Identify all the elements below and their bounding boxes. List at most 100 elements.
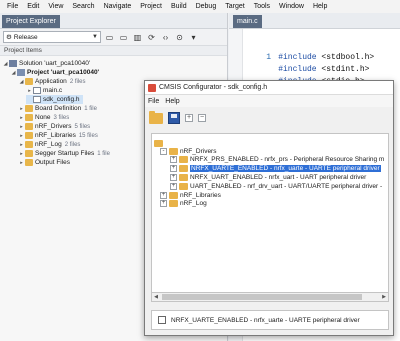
- cmsis-configurator-dialog: CMSIS Configurator - sdk_config.h File H…: [144, 80, 394, 336]
- open-folder-icon[interactable]: [149, 110, 163, 124]
- folder-icon: [25, 105, 33, 112]
- menu-navigate[interactable]: Navigate: [102, 3, 139, 10]
- options-icon[interactable]: ▾: [188, 32, 199, 43]
- expand-icon[interactable]: ▸: [18, 133, 25, 139]
- new-file-icon[interactable]: ▭: [104, 32, 115, 43]
- expand-icon[interactable]: ▸: [18, 151, 25, 157]
- folder-icon: [154, 139, 163, 147]
- horizontal-scrollbar[interactable]: ◀ ▶: [151, 293, 389, 302]
- collapse-icon[interactable]: ◢: [18, 79, 25, 85]
- tree-node-application[interactable]: ◢ Application 2 files: [18, 77, 86, 86]
- build-config-value: Release: [13, 33, 38, 41]
- menu-window[interactable]: Window: [277, 3, 311, 10]
- tree-node-project[interactable]: ◢ Project 'uart_pca10040': [10, 68, 99, 77]
- selected-item-label: NRFX_UARTE_ENABLED - nrfx_uarte - UARTE …: [171, 316, 360, 324]
- expand-icon[interactable]: ▸: [18, 106, 25, 112]
- menu-build[interactable]: Build: [169, 3, 194, 10]
- expand-icon[interactable]: ▸: [18, 160, 25, 166]
- folder-icon: [179, 155, 188, 163]
- filter-icon[interactable]: ⊙: [174, 32, 185, 43]
- folder-icon: [25, 141, 33, 148]
- tree-node-segger-startup[interactable]: ▸ Segger Startup Files 1 file: [18, 149, 110, 158]
- chevron-down-icon: ▼: [92, 34, 98, 40]
- dialog-menu-file[interactable]: File: [148, 98, 159, 105]
- folder-icon: [169, 191, 178, 199]
- scroll-right-icon[interactable]: ▶: [380, 293, 388, 301]
- menu-file[interactable]: File: [5, 3, 25, 10]
- folder-icon: [25, 123, 33, 130]
- properties-icon[interactable]: ▥: [132, 32, 143, 43]
- ide-menubar: File Edit View Search Navigate Project B…: [0, 0, 400, 13]
- build-config-select[interactable]: ⚙ Release ▼: [3, 31, 101, 43]
- tree-node-main-c[interactable]: ▸ main.c: [26, 86, 62, 95]
- tree-node-sdk-config[interactable]: sdk_config.h: [26, 95, 83, 104]
- menu-help[interactable]: Help: [311, 3, 334, 10]
- folder-icon: [25, 132, 33, 139]
- config-node-nrfx-uart[interactable]: + NRFX_UART_ENABLED - nrfx_uart - UART p…: [170, 173, 366, 181]
- config-node-nrf-drivers[interactable]: - nRF_Drivers: [160, 147, 216, 155]
- expand-icon[interactable]: +: [170, 164, 177, 172]
- expand-icon[interactable]: +: [160, 191, 167, 199]
- collapse-icon[interactable]: -: [160, 147, 167, 155]
- editor-tab-main-c[interactable]: main.c: [233, 15, 262, 28]
- config-root-node[interactable]: [154, 139, 165, 147]
- scroll-left-icon[interactable]: ◀: [152, 293, 160, 301]
- config-node-nrf-libraries[interactable]: + nRF_Libraries: [160, 191, 221, 199]
- collapse-all-icon[interactable]: −: [198, 114, 206, 122]
- selected-item-panel: NRFX_UARTE_ENABLED - nrfx_uarte - UARTE …: [151, 310, 389, 330]
- expand-icon[interactable]: +: [170, 182, 177, 190]
- project-icon: [17, 69, 25, 76]
- collapse-icon[interactable]: ◢: [2, 61, 9, 67]
- tree-node-output-files[interactable]: ▸ Output Files: [18, 158, 70, 167]
- dialog-menu-help[interactable]: Help: [165, 98, 179, 105]
- menu-search[interactable]: Search: [70, 3, 101, 10]
- project-explorer-tab[interactable]: Project Explorer: [2, 15, 60, 28]
- config-node-nrf-log[interactable]: + nRF_Log: [160, 199, 207, 207]
- tree-node-nrf-libraries[interactable]: ▸ nRF_Libraries 15 files: [18, 131, 98, 140]
- config-node-nrfx-prs[interactable]: + NRFX_PRS_ENABLED - nrfx_prs - Peripher…: [170, 155, 384, 163]
- expand-icon[interactable]: ▸: [18, 124, 25, 130]
- tree-node-none[interactable]: ▸ None 3 files: [18, 113, 69, 122]
- folder-icon: [179, 173, 188, 181]
- config-node-uart[interactable]: + UART_ENABLED - nrf_drv_uart - UART/UAR…: [170, 182, 382, 190]
- config-node-nrfx-uarte[interactable]: + NRFX_UARTE_ENABLED - nrfx_uarte - UART…: [170, 163, 382, 173]
- menu-edit[interactable]: Edit: [25, 3, 46, 10]
- config-tree: - nRF_Drivers + NRFX_PRS_ENABLED - nrfx_…: [151, 133, 389, 293]
- menu-target[interactable]: Target: [223, 3, 251, 10]
- dialog-menubar: File Help: [145, 95, 393, 107]
- expand-icon[interactable]: ▸: [26, 88, 33, 94]
- new-folder-icon[interactable]: ▭: [118, 32, 129, 43]
- tree-node-board-definition[interactable]: ▸ Board Definition 1 file: [18, 104, 97, 113]
- menu-project[interactable]: Project: [138, 3, 169, 10]
- tree-node-nrf-drivers[interactable]: ▸ nRF_Drivers 5 files: [18, 122, 90, 131]
- expand-icon[interactable]: ▸: [18, 142, 25, 148]
- folder-icon: [179, 182, 188, 190]
- enable-checkbox[interactable]: [158, 316, 166, 324]
- expand-icon[interactable]: +: [170, 155, 177, 163]
- tree-node-solution[interactable]: ◢ Solution 'uart_pca10040': [2, 59, 90, 68]
- save-icon[interactable]: [168, 112, 180, 124]
- dialog-titlebar[interactable]: CMSIS Configurator - sdk_config.h: [145, 81, 393, 95]
- expand-icon[interactable]: ▸: [18, 115, 25, 121]
- project-explorer-toolbar: ⚙ Release ▼ ▭ ▭ ▥ ⟳ ‹› ⊙ ▾: [0, 29, 227, 46]
- expand-icon[interactable]: +: [160, 199, 167, 207]
- expand-icon[interactable]: +: [170, 173, 177, 181]
- solution-icon: [9, 60, 17, 67]
- refresh-icon[interactable]: ⟳: [146, 32, 157, 43]
- tree-node-nrf-log[interactable]: ▸ nRF_Log 2 files: [18, 140, 80, 149]
- code-icon[interactable]: ‹›: [160, 32, 171, 43]
- editor-tabbar: main.c: [229, 13, 400, 29]
- collapse-icon[interactable]: ◢: [10, 70, 17, 76]
- menu-tools[interactable]: Tools: [252, 3, 277, 10]
- folder-icon: [25, 150, 33, 157]
- dialog-toolbar: + −: [145, 107, 393, 129]
- h-file-icon: [33, 96, 41, 103]
- folder-icon: [179, 164, 188, 172]
- expand-all-icon[interactable]: +: [185, 114, 193, 122]
- gear-icon: ⚙: [6, 34, 12, 41]
- menu-view[interactable]: View: [46, 3, 70, 10]
- menu-debug[interactable]: Debug: [194, 3, 224, 10]
- project-items-label: Project Items: [0, 46, 227, 56]
- app-icon: [148, 83, 156, 92]
- scrollbar-thumb[interactable]: [162, 294, 362, 300]
